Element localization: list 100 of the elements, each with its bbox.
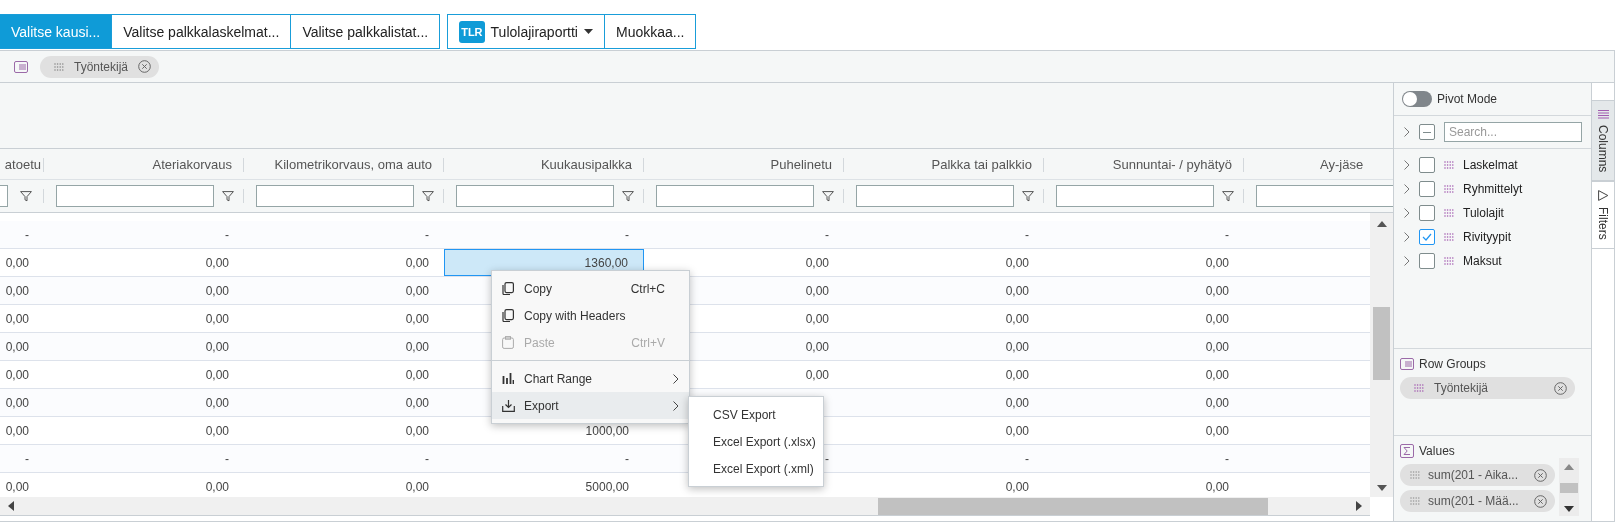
- filter-icon[interactable]: [1022, 190, 1034, 202]
- remove-icon[interactable]: [1534, 494, 1547, 508]
- clipboard-icon: [502, 336, 514, 349]
- table-cell: 0,00: [205, 255, 229, 270]
- column-label[interactable]: Tulolajit: [1463, 206, 1504, 220]
- table-cell: 0,00: [1205, 311, 1229, 326]
- pivot-toggle[interactable]: [1402, 91, 1432, 107]
- search-field[interactable]: Search...: [1444, 122, 1582, 142]
- column-header[interactable]: atoetu: [4, 156, 41, 172]
- table-cell: 0,00: [805, 311, 829, 326]
- column-header[interactable]: Palkka tai palkkio: [931, 156, 1032, 172]
- scroll-thumb[interactable]: [878, 497, 1268, 515]
- column-header[interactable]: Ay-jäse: [1320, 156, 1364, 172]
- table-cell: 0,00: [805, 367, 829, 382]
- column-checkbox[interactable]: [1419, 181, 1435, 197]
- column-label[interactable]: Maksut: [1463, 254, 1502, 268]
- filter-field[interactable]: [1056, 185, 1214, 207]
- column-header[interactable]: Kilometrikorvaus, oma auto: [274, 156, 432, 172]
- grip-icon: [1444, 257, 1454, 265]
- table-cell: 0,00: [405, 311, 429, 326]
- table-cell: 0,00: [5, 339, 29, 354]
- filter-icon[interactable]: [20, 190, 32, 202]
- chevron-icon[interactable]: [1404, 127, 1410, 137]
- chevron-icon[interactable]: [1404, 160, 1410, 170]
- filter-field[interactable]: [856, 185, 1014, 207]
- table-cell: 5000,00: [585, 479, 629, 494]
- toolbar-button[interactable]: Muokkaa...: [603, 14, 697, 49]
- column-header[interactable]: Ateriakorvaus: [152, 156, 232, 172]
- group-chip[interactable]: Työntekijä: [40, 55, 160, 78]
- side-tab[interactable]: Filters: [1592, 181, 1614, 250]
- scroll-down-icon[interactable]: [1564, 506, 1574, 512]
- group-chip[interactable]: Työntekijä: [1400, 377, 1575, 399]
- chevron-icon[interactable]: [1404, 184, 1410, 194]
- filter-field[interactable]: [656, 185, 814, 207]
- menu-item[interactable]: CSV Export: [689, 401, 823, 428]
- column-label[interactable]: Rivityypit: [1463, 230, 1511, 244]
- copy-icon: [502, 282, 514, 295]
- filter-icon[interactable]: [822, 190, 834, 202]
- chevron-icon[interactable]: [1404, 208, 1410, 218]
- chip-label: Työntekijä: [74, 59, 129, 74]
- menu-item[interactable]: Chart Range: [492, 365, 689, 392]
- filter-icon[interactable]: [1222, 190, 1234, 202]
- row-group-icon: [1400, 358, 1414, 370]
- table-cell: 0,00: [1205, 423, 1229, 438]
- column-label[interactable]: Ryhmittelyt: [1463, 182, 1523, 196]
- filter-icon[interactable]: [422, 190, 434, 202]
- table-cell: 0,00: [5, 395, 29, 410]
- column-header[interactable]: Puhelinetu: [770, 156, 832, 172]
- vertical-scrollbar[interactable]: [1370, 213, 1393, 497]
- filter-field[interactable]: [0, 185, 8, 207]
- scroll-thumb[interactable]: [1560, 483, 1578, 493]
- scroll-up-icon[interactable]: [1376, 221, 1387, 227]
- value-chip[interactable]: sum(201 - Mää...: [1400, 490, 1555, 512]
- remove-icon[interactable]: [1534, 468, 1547, 482]
- filter-icon[interactable]: [622, 190, 634, 202]
- grip-icon: [1410, 497, 1420, 505]
- chevron-icon[interactable]: [1404, 256, 1410, 266]
- scroll-down-icon[interactable]: [1376, 485, 1387, 491]
- filter-field[interactable]: [456, 185, 614, 207]
- filter-field[interactable]: [56, 185, 214, 207]
- column-header[interactable]: Sunnuntai- / pyhätyö: [1112, 156, 1232, 172]
- table-cell: 0,00: [5, 479, 29, 494]
- column-checkbox[interactable]: [1419, 205, 1435, 221]
- bar-chart-icon: [502, 373, 514, 384]
- toolbar-button[interactable]: Valitse palkkalaskelmat...: [111, 14, 292, 49]
- remove-icon[interactable]: [138, 60, 152, 73]
- filter-field[interactable]: [256, 185, 414, 207]
- scroll-left-icon[interactable]: [8, 501, 14, 511]
- section-title: Values: [1419, 444, 1455, 458]
- chevron-icon[interactable]: [1404, 232, 1410, 242]
- menu-item[interactable]: Excel Export (.xml): [689, 455, 823, 482]
- menu-item[interactable]: Excel Export (.xlsx): [689, 428, 823, 455]
- column-checkbox[interactable]: [1419, 253, 1435, 269]
- filter-icon[interactable]: [222, 190, 234, 202]
- scroll-up-icon[interactable]: [1564, 464, 1574, 470]
- table-cell: 0,00: [1005, 255, 1029, 270]
- row-group-icon: [14, 60, 28, 73]
- table-cell: 0,00: [1005, 395, 1029, 410]
- values-scrollbar[interactable]: [1559, 458, 1579, 516]
- report-dropdown[interactable]: TLR Tulolajiraportti: [447, 14, 605, 49]
- download-icon: [502, 399, 515, 412]
- column-header[interactable]: Kuukausipalkka: [540, 156, 632, 172]
- side-tab[interactable]: Columns: [1592, 100, 1614, 182]
- remove-icon[interactable]: [1554, 381, 1567, 395]
- table-cell: 0,00: [205, 367, 229, 382]
- select-all-checkbox[interactable]: [1419, 124, 1435, 140]
- value-chip[interactable]: sum(201 - Aika...: [1400, 464, 1555, 486]
- menu-item[interactable]: Copy with Headers: [492, 302, 689, 329]
- menu-item[interactable]: Export: [492, 392, 689, 419]
- column-checkbox[interactable]: [1419, 229, 1435, 245]
- grip-icon: [1444, 161, 1454, 169]
- scroll-thumb[interactable]: [1373, 307, 1390, 380]
- scroll-right-icon[interactable]: [1356, 501, 1362, 511]
- caret-icon: [583, 29, 593, 34]
- toolbar-button[interactable]: Valitse palkkalistat...: [290, 14, 441, 49]
- horizontal-scrollbar[interactable]: [0, 497, 1370, 516]
- menu-item[interactable]: Copy Ctrl+C: [492, 275, 689, 302]
- column-label[interactable]: Laskelmat: [1463, 158, 1518, 172]
- table-cell: 0,00: [1205, 255, 1229, 270]
- column-checkbox[interactable]: [1419, 157, 1435, 173]
